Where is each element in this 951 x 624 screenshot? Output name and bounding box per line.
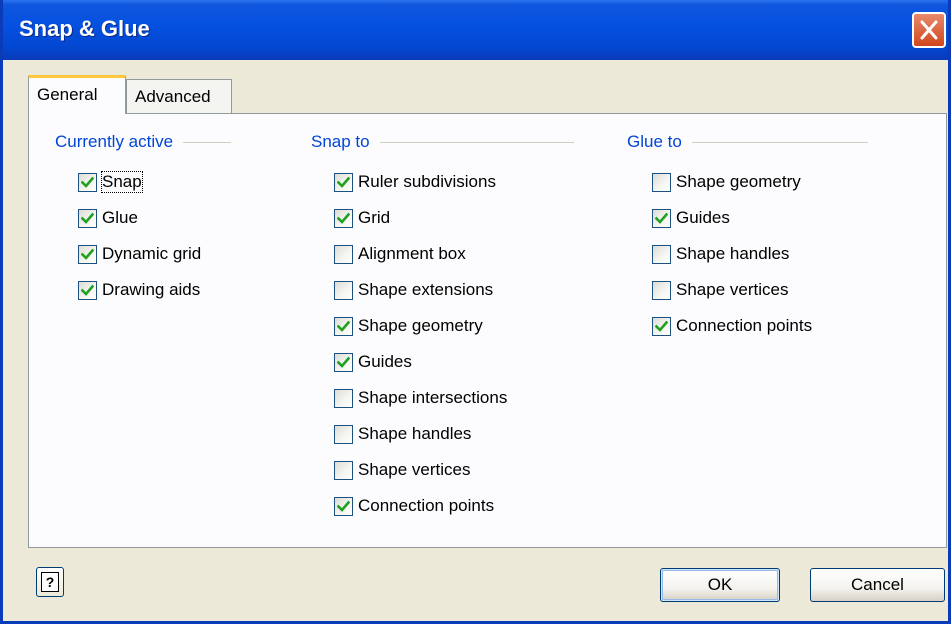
tab-general-label: General: [37, 85, 98, 104]
tab-general[interactable]: General: [28, 75, 126, 114]
checkbox[interactable]: [78, 208, 97, 228]
checkbox[interactable]: [334, 388, 353, 408]
checkbox[interactable]: [334, 244, 353, 264]
ok-button[interactable]: OK: [660, 568, 780, 602]
checkbox-label: Shape vertices: [358, 460, 471, 479]
glue-to-shape-vertices-option[interactable]: Shape vertices: [652, 278, 788, 302]
snap-glue-dialog: Snap & Glue General Advanced Currently a…: [0, 0, 951, 624]
checkbox-label: Shape extensions: [358, 280, 494, 299]
checkmark-icon: [81, 284, 94, 296]
checkbox-label: Snap: [101, 171, 143, 193]
tab-advanced[interactable]: Advanced: [126, 79, 232, 114]
checkbox-label: Shape handles: [358, 424, 472, 443]
checkmark-icon: [337, 320, 350, 332]
checkbox-label: Shape vertices: [676, 280, 789, 299]
checkbox[interactable]: [652, 172, 671, 192]
checkbox-label: Shape handles: [676, 244, 790, 263]
checkbox[interactable]: [334, 316, 353, 336]
checkbox-label: Shape intersections: [358, 388, 508, 407]
checkbox-label: Shape geometry: [358, 316, 483, 335]
glue-to-guides-option[interactable]: Guides: [652, 206, 730, 230]
checkbox-label: Guides: [676, 208, 730, 227]
currently-active-snap-option[interactable]: Snap: [78, 170, 143, 194]
checkbox[interactable]: [78, 244, 97, 264]
dialog-title: Snap & Glue: [19, 16, 150, 41]
group-divider: [183, 141, 232, 143]
checkbox-label: Guides: [358, 352, 412, 371]
close-button[interactable]: [912, 12, 946, 48]
checkmark-icon: [337, 212, 350, 224]
title-bar[interactable]: Snap & Glue: [3, 0, 948, 60]
checkbox-label: Alignment box: [358, 244, 466, 263]
checkbox[interactable]: [334, 424, 353, 444]
glue-to-title-text: Glue to: [627, 132, 682, 151]
currently-active-title-text: Currently active: [55, 132, 174, 151]
checkbox[interactable]: [334, 208, 353, 228]
checkbox-label: Shape geometry: [676, 172, 801, 191]
snap-to-shape-geometry-option[interactable]: Shape geometry: [334, 314, 483, 338]
checkmark-icon: [337, 500, 350, 512]
help-icon: ?: [41, 572, 59, 592]
close-icon: [920, 20, 938, 40]
checkbox-label: Glue: [102, 208, 138, 227]
currently-active-group-title: Currently active: [55, 132, 232, 152]
checkbox[interactable]: [334, 280, 353, 300]
snap-to-shape-vertices-option[interactable]: Shape vertices: [334, 458, 470, 482]
group-divider: [379, 141, 574, 143]
currently-active-glue-option[interactable]: Glue: [78, 206, 138, 230]
checkbox-label: Dynamic grid: [102, 244, 202, 263]
snap-to-grid-option[interactable]: Grid: [334, 206, 390, 230]
help-button[interactable]: ?: [36, 567, 64, 597]
checkbox[interactable]: [652, 280, 671, 300]
checkmark-icon: [337, 176, 350, 188]
group-divider: [691, 141, 868, 143]
checkbox-label: Grid: [358, 208, 391, 227]
checkbox[interactable]: [652, 316, 671, 336]
snap-to-connection-points-option[interactable]: Connection points: [334, 494, 494, 518]
checkbox-label: Connection points: [358, 496, 495, 515]
checkbox-label: Drawing aids: [102, 280, 201, 299]
glue-to-group-title: Glue to: [627, 132, 868, 152]
checkbox[interactable]: [334, 172, 353, 192]
general-tab-panel: Currently active Snap Glue Dynamic grid Dra…: [28, 113, 947, 548]
snap-to-title-text: Snap to: [311, 132, 370, 151]
checkmark-icon: [81, 176, 94, 188]
checkmark-icon: [655, 212, 668, 224]
snap-to-shape-extensions-option[interactable]: Shape extensions: [334, 278, 493, 302]
currently-active-drawing-aids-option[interactable]: Drawing aids: [78, 278, 200, 302]
checkmark-icon: [81, 212, 94, 224]
snap-to-guides-option[interactable]: Guides: [334, 350, 412, 374]
checkbox[interactable]: [652, 244, 671, 264]
currently-active-dynamic-grid-option[interactable]: Dynamic grid: [78, 242, 201, 266]
checkbox-label: Connection points: [676, 316, 813, 335]
snap-to-group-title: Snap to: [311, 132, 574, 152]
snap-to-shape-intersections-option[interactable]: Shape intersections: [334, 386, 507, 410]
checkmark-icon: [337, 356, 350, 368]
glue-to-shape-geometry-option[interactable]: Shape geometry: [652, 170, 801, 194]
checkmark-icon: [655, 320, 668, 332]
tab-advanced-label: Advanced: [135, 87, 211, 106]
glue-to-shape-handles-option[interactable]: Shape handles: [652, 242, 789, 266]
checkbox[interactable]: [78, 280, 97, 300]
checkbox[interactable]: [334, 352, 353, 372]
snap-to-alignment-box-option[interactable]: Alignment box: [334, 242, 466, 266]
checkbox[interactable]: [652, 208, 671, 228]
checkbox[interactable]: [78, 172, 97, 192]
cancel-button[interactable]: Cancel: [810, 568, 945, 602]
checkbox[interactable]: [334, 460, 353, 480]
checkbox[interactable]: [334, 496, 353, 516]
checkbox-label: Ruler subdivisions: [358, 172, 496, 191]
checkmark-icon: [81, 248, 94, 260]
glue-to-connection-points-option[interactable]: Connection points: [652, 314, 812, 338]
snap-to-shape-handles-option[interactable]: Shape handles: [334, 422, 471, 446]
snap-to-ruler-subdivisions-option[interactable]: Ruler subdivisions: [334, 170, 496, 194]
